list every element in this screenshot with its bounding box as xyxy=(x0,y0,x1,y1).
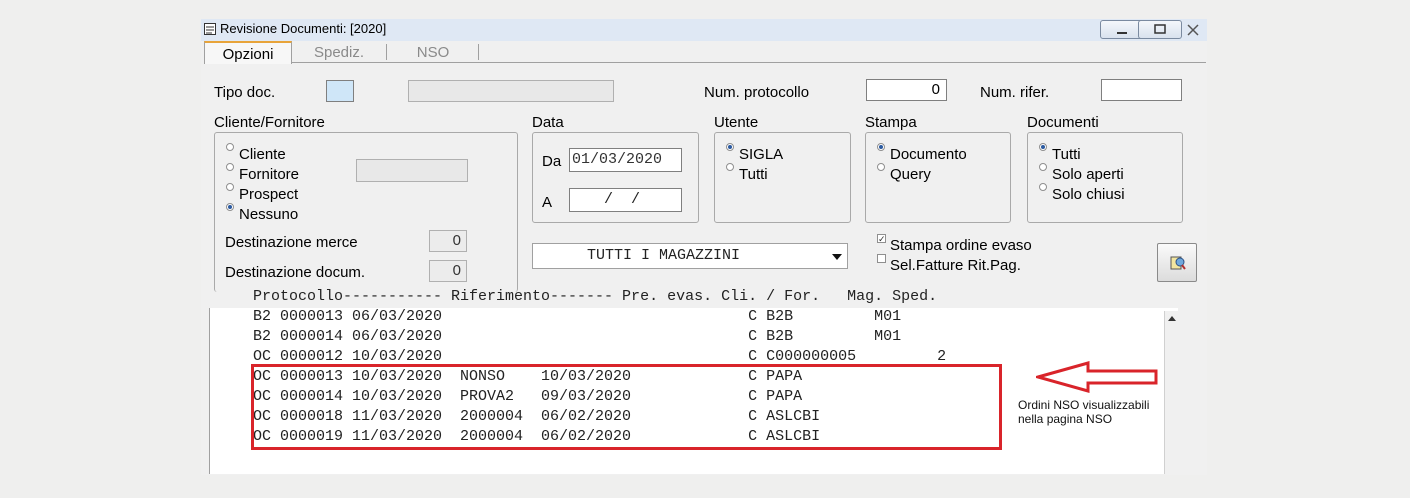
radio-cliente-label: Cliente xyxy=(239,146,286,163)
window-title: Revisione Documenti: [2020] xyxy=(220,21,387,36)
tab-opzioni[interactable]: Opzioni xyxy=(204,41,292,64)
radio-solo-chiusi[interactable] xyxy=(1039,183,1047,191)
radio-cliente[interactable] xyxy=(226,143,234,151)
tab-label: Opzioni xyxy=(222,46,274,63)
maximize-button[interactable] xyxy=(1138,20,1182,39)
execute-button[interactable] xyxy=(1157,243,1197,282)
radio-documento-label: Documento xyxy=(890,146,967,163)
list-header: Protocollo----------- Riferimento-------… xyxy=(253,288,938,305)
stampa-title: Stampa xyxy=(865,114,917,131)
radio-prospect-label: Prospect xyxy=(239,186,299,203)
maximize-icon xyxy=(1154,24,1166,34)
list-row[interactable]: B2 0000014 06/03/2020 C B2B M01 xyxy=(253,328,901,345)
documenti-title: Documenti xyxy=(1027,114,1099,131)
sel-fatture-label: Sel.Fatture Rit.Pag. xyxy=(890,257,1021,274)
tab-separator xyxy=(386,44,387,60)
radio-solo-chiusi-label: Solo chiusi xyxy=(1052,186,1125,203)
radio-sigla[interactable] xyxy=(726,143,734,151)
radio-prospect[interactable] xyxy=(226,183,234,191)
data-a-label: A xyxy=(542,194,553,211)
tab-spediz[interactable]: Spediz. xyxy=(296,41,382,63)
cliente-fornitore-title: Cliente/Fornitore xyxy=(214,114,325,131)
radio-solo-aperti-label: Solo aperti xyxy=(1052,166,1124,183)
dest-docum-input[interactable]: 0 xyxy=(429,260,467,282)
dest-docum-label: Destinazione docum. xyxy=(225,264,366,281)
radio-documenti-tutti[interactable] xyxy=(1039,143,1047,151)
data-a-input[interactable]: / / xyxy=(569,188,682,212)
highlight-box xyxy=(251,364,1002,450)
num-protocollo-input[interactable]: 0 xyxy=(866,79,947,101)
list-scrollbar[interactable] xyxy=(1164,311,1178,474)
tab-label: Spediz. xyxy=(313,44,365,61)
utente-title: Utente xyxy=(714,114,759,131)
tipo-doc-label: Tipo doc. xyxy=(214,84,276,101)
cliente-code-input xyxy=(356,159,468,182)
radio-solo-aperti[interactable] xyxy=(1039,163,1047,171)
gear-search-icon xyxy=(1170,256,1186,270)
num-rifer-label: Num. rifer. xyxy=(980,84,1050,101)
tipo-doc-description xyxy=(408,80,614,102)
magazzino-select[interactable]: TUTTI I MAGAZZINI xyxy=(532,243,848,269)
num-protocollo-label: Num. protocollo xyxy=(704,84,810,101)
tab-separator xyxy=(478,44,479,60)
data-da-input[interactable]: 01/03/2020 xyxy=(569,148,682,172)
stampa-ordine-evaso-label: Stampa ordine evaso xyxy=(890,237,1032,254)
annotation-note: Ordini NSO visualizzabili nella pagina N… xyxy=(1018,398,1149,426)
tab-nso[interactable]: NSO xyxy=(390,41,476,63)
radio-query-label: Query xyxy=(890,166,931,183)
data-title: Data xyxy=(532,114,564,131)
radio-sigla-label: SIGLA xyxy=(739,146,784,163)
tipo-doc-input[interactable] xyxy=(326,80,354,102)
radio-nessuno[interactable] xyxy=(226,203,234,211)
radio-utente-tutti-label: Tutti xyxy=(739,166,768,183)
chevron-down-icon xyxy=(832,254,842,260)
minimize-icon xyxy=(1117,32,1127,34)
list-row[interactable]: B2 0000013 06/03/2020 C B2B M01 xyxy=(253,308,901,325)
radio-fornitore-label: Fornitore xyxy=(239,166,300,183)
radio-documento[interactable] xyxy=(877,143,885,151)
stampa-ordine-evaso-checkbox[interactable]: ✓ xyxy=(877,234,886,244)
dest-merce-input[interactable]: 0 xyxy=(429,230,467,252)
sel-fatture-checkbox[interactable] xyxy=(877,254,886,263)
magazzino-select-value: TUTTI I MAGAZZINI xyxy=(587,247,741,264)
arrow-left-icon xyxy=(1036,361,1158,393)
annotation-line-2: nella pagina NSO xyxy=(1018,412,1113,426)
close-icon[interactable] xyxy=(1186,23,1200,37)
scroll-up-icon[interactable] xyxy=(1168,316,1176,322)
radio-nessuno-label: Nessuno xyxy=(239,206,299,223)
num-rifer-input[interactable] xyxy=(1101,79,1182,101)
radio-utente-tutti[interactable] xyxy=(726,163,734,171)
list-row[interactable]: OC 0000012 10/03/2020 C C000000005 2 xyxy=(253,348,946,365)
annotation-line-1: Ordini NSO visualizzabili xyxy=(1018,398,1150,412)
radio-fornitore[interactable] xyxy=(226,163,234,171)
tab-label: NSO xyxy=(416,44,450,61)
app-icon xyxy=(204,23,216,35)
radio-query[interactable] xyxy=(877,163,885,171)
data-da-label: Da xyxy=(542,153,562,170)
dest-merce-label: Destinazione merce xyxy=(225,234,358,251)
radio-documenti-tutti-label: Tutti xyxy=(1052,146,1081,163)
